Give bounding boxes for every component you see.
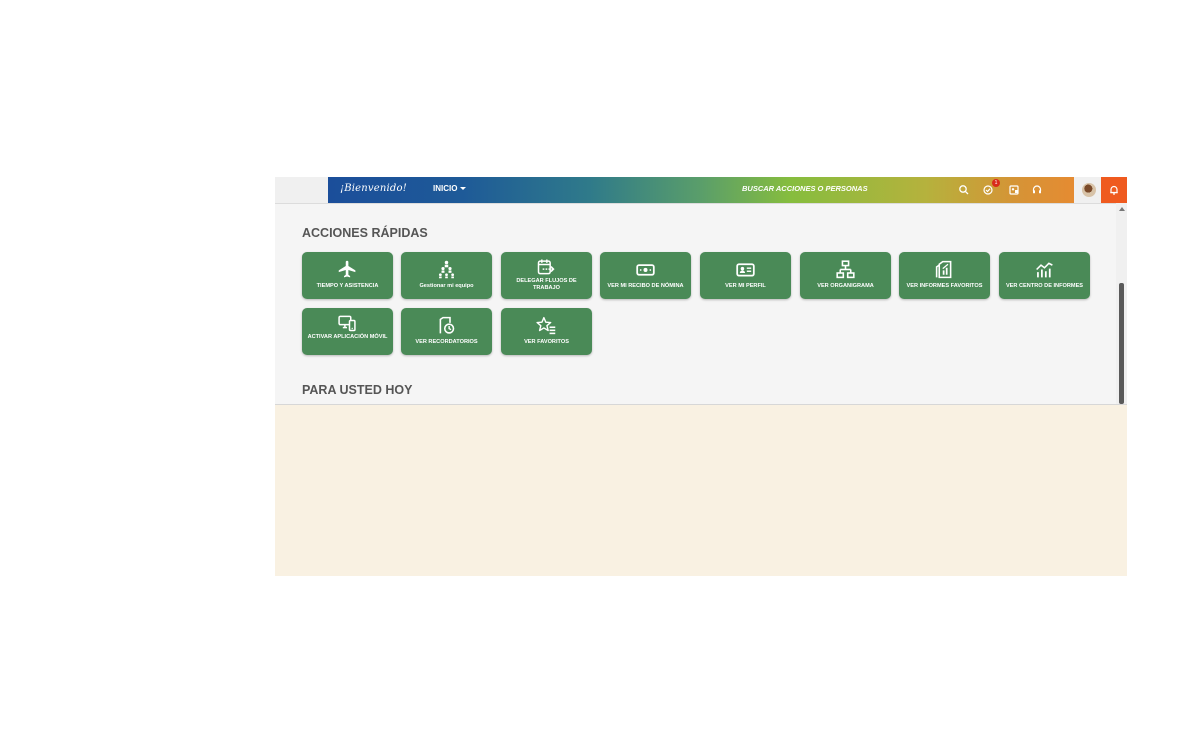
chevron-down-icon — [460, 187, 467, 191]
main-panel: ¡Bienvenido! INICIO BUSCAR ACCIONES O PE… — [275, 177, 1127, 405]
id-card-icon — [736, 263, 755, 277]
tile-time-attendance[interactable]: TIEMPO Y ASISTENCIA — [302, 252, 393, 299]
tile-report-center[interactable]: VER CENTRO DE INFORMES — [999, 252, 1090, 299]
money-icon — [636, 264, 655, 276]
tile-label: TIEMPO Y ASISTENCIA — [316, 283, 379, 289]
tile-label: VER FAVORITOS — [524, 339, 569, 345]
support-headset-icon[interactable] — [1030, 183, 1044, 197]
notification-count-badge: 1 — [992, 179, 1000, 187]
mobile-device-icon — [338, 315, 356, 332]
team-icon — [438, 260, 455, 279]
app-window: ¡Bienvenido! INICIO BUSCAR ACCIONES O PE… — [275, 177, 1127, 576]
scroll-up-arrow-icon[interactable] — [1119, 207, 1125, 211]
tile-my-profile[interactable]: VER MI PERFIL — [700, 252, 791, 299]
tile-label: DELEGAR FLUJOS DE TRABAJO — [516, 278, 577, 291]
welcome-logo: ¡Bienvenido! — [340, 183, 407, 194]
vertical-scrollbar[interactable] — [1116, 203, 1127, 404]
home-menu-dropdown[interactable]: INICIO — [433, 184, 467, 193]
today-section-title: PARA USTED HOY — [302, 383, 413, 397]
tile-favorites[interactable]: VER FAVORITOS — [501, 308, 592, 355]
tile-reminders[interactable]: VER RECORDATORIOS — [401, 308, 492, 355]
tile-org-chart[interactable]: VER ORGANIGRAMA — [800, 252, 891, 299]
reminder-icon — [439, 316, 455, 334]
tile-favorite-reports[interactable]: VER INFORMES FAVORITOS — [899, 252, 990, 299]
tile-delegate-workflows[interactable]: DELEGAR FLUJOS DE TRABAJO — [501, 252, 592, 299]
home-menu-label: INICIO — [433, 184, 458, 193]
scrollbar-thumb[interactable] — [1119, 283, 1124, 404]
org-chart-icon — [836, 260, 855, 279]
tile-label: VER MI RECIBO DE NÓMINA — [607, 283, 684, 289]
quick-actions-title: ACCIONES RÁPIDAS — [302, 226, 428, 240]
tile-label: VER CENTRO DE INFORMES — [1005, 283, 1084, 289]
tile-label: VER ORGANIGRAMA — [817, 283, 874, 289]
airplane-icon — [338, 260, 356, 278]
top-bar: ¡Bienvenido! INICIO BUSCAR ACCIONES O PE… — [275, 177, 1127, 204]
bell-icon — [1107, 183, 1121, 197]
tile-label: ACTIVAR APLICACIÓN MÓVIL — [307, 334, 388, 340]
tile-payslip[interactable]: VER MI RECIBO DE NÓMINA — [600, 252, 691, 299]
tile-label: VER RECORDATORIOS — [415, 339, 478, 345]
search-input[interactable]: BUSCAR ACCIONES O PERSONAS — [742, 184, 868, 193]
tile-label: VER MI PERFIL — [725, 283, 766, 289]
tile-manage-team[interactable]: Gestionar mi equipo — [401, 252, 492, 299]
calendar-delegate-icon — [537, 259, 555, 275]
tile-label: Gestionar mi equipo — [419, 283, 474, 289]
tile-activate-mobile-app[interactable]: ACTIVAR APLICACIÓN MÓVIL — [302, 308, 393, 355]
tile-label: VER INFORMES FAVORITOS — [906, 283, 983, 289]
search-icon[interactable] — [957, 183, 971, 197]
notifications-button[interactable] — [1101, 177, 1127, 203]
user-avatar[interactable] — [1082, 183, 1096, 197]
profile-card-icon[interactable] — [1007, 183, 1021, 197]
report-icon — [935, 260, 952, 279]
analytics-icon — [1036, 262, 1053, 278]
star-list-icon — [536, 316, 556, 335]
header-banner: ¡Bienvenido! INICIO BUSCAR ACCIONES O PE… — [328, 177, 1127, 203]
